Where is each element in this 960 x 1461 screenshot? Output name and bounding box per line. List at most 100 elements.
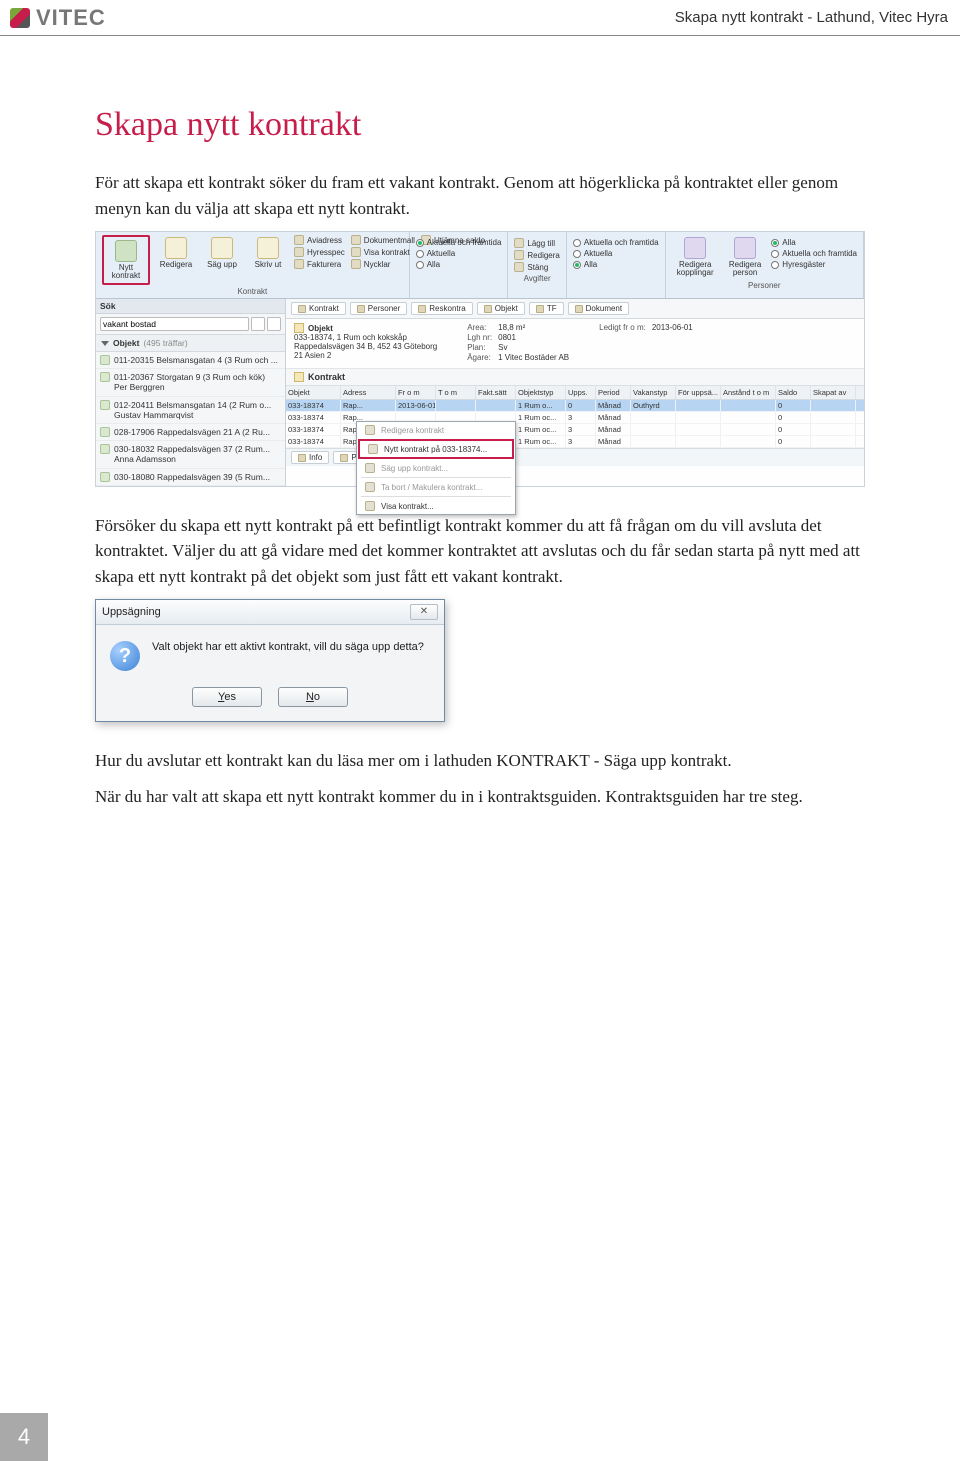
footer-tab-info[interactable]: Info [291,451,329,464]
chevron-down-icon [101,341,109,346]
search-options-icon[interactable] [267,317,281,331]
fakturera-button[interactable]: Fakturera [294,259,345,269]
sidebar-item[interactable]: 011-20367 Storgatan 9 (3 Rum och kök) Pe… [96,369,285,396]
radio-icon [771,250,779,258]
skrivut-button[interactable]: Skriv ut [248,235,288,271]
person-filter-hyresgaster[interactable]: Hyresgäster [771,260,857,269]
tab-kontrakt[interactable]: Kontrakt [291,302,346,315]
nycklar-button[interactable]: Nycklar [351,259,415,269]
edit-icon [165,237,187,259]
delete-icon [365,482,375,492]
edit-icon [514,250,524,260]
laggtill-button[interactable]: Lägg till [514,238,559,248]
tab-objekt[interactable]: Objekt [477,302,525,315]
sidebar-item[interactable]: 012-20411 Belsmansgatan 14 (2 Rum o... G… [96,397,285,424]
tab-icon [357,305,365,313]
tab-icon [536,305,544,313]
separator [361,477,511,478]
search-icon[interactable] [251,317,265,331]
table-row[interactable]: 033-18374Rap...2013-06-011 Rum o...0Måna… [286,400,864,412]
tab-dokument[interactable]: Dokument [568,302,629,315]
redigera-person-button[interactable]: Redigera person [725,235,765,279]
dialog-titlebar: Uppsägning ✕ [96,600,444,625]
person-filter-alla[interactable]: Alla [771,238,857,247]
plus-icon [368,444,378,454]
tab-personer[interactable]: Personer [350,302,407,315]
radio-icon [573,261,581,269]
sidebar-item[interactable]: 030-18080 Rappedalsvägen 39 (5 Rum... [96,469,285,486]
visakontrakt-button[interactable]: Visa kontrakt [351,247,415,257]
intro-paragraph-1: För att skapa ett kontrakt söker du fram… [95,170,865,221]
filter-alla[interactable]: Alla [416,260,502,269]
list-icon [294,247,304,257]
building-icon [100,444,110,454]
context-sagupp[interactable]: Säg upp kontrakt... [357,460,515,476]
hyresspec-button[interactable]: Hyresspec [294,247,345,257]
avgift-filter-aktuella[interactable]: Aktuella [573,249,659,258]
building-icon [100,372,110,382]
sidebar: Sök Objekt (495 träffar) 011-20315 Belsm… [96,299,286,486]
sidebar-objekt-group[interactable]: Objekt (495 träffar) [96,334,285,352]
tab-reskontra[interactable]: Reskontra [411,302,472,315]
context-visa[interactable]: Visa kontrakt... [357,498,515,514]
aviadress-button[interactable]: Aviadress [294,235,345,245]
paragraph-3: Hur du avslutar ett kontrakt kan du läsa… [95,748,865,774]
plus-icon [115,240,137,262]
mail-icon [294,235,304,245]
ribbon-group-personer: Personer [672,279,857,290]
close-icon [514,262,524,272]
avgift-filter-aktuella-framtida[interactable]: Aktuella och framtida [573,238,659,247]
kontrakt-section-header: Kontrakt [286,369,864,386]
logo-icon [10,8,30,28]
filter-aktuella-framtida[interactable]: Aktuella och framtida [416,238,502,247]
tab-icon [298,305,306,313]
page-heading: Skapa nytt kontrakt [95,106,865,144]
yes-button[interactable]: Yes [192,687,262,707]
ribbon-group-avgifter: Avgifter [514,272,559,283]
link-icon [684,237,706,259]
redigera-kopplingar-button[interactable]: Redigera kopplingar [672,235,719,279]
view-icon [365,501,375,511]
context-tabort[interactable]: Ta bort / Makulera kontrakt... [357,479,515,495]
no-button[interactable]: No [278,687,348,707]
dialog-message: Valt objekt har ett aktivt kontrakt, vil… [152,641,424,653]
search-input[interactable] [100,317,249,331]
folder-icon [294,372,304,382]
context-menu: Redigera kontrakt Nytt kontrakt på 033-1… [356,421,516,515]
person-icon [340,454,348,462]
tab-tf[interactable]: TF [529,302,564,315]
nytt-kontrakt-button[interactable]: Nytt kontrakt [106,238,146,282]
avgift-filter-alla[interactable]: Alla [573,260,659,269]
sidebar-sok-header: Sök [96,299,285,314]
cancel-icon [211,237,233,259]
person-filter-aktuella-framtida[interactable]: Aktuella och framtida [771,249,857,258]
close-button[interactable]: ✕ [410,604,438,620]
redigera-avgift-button[interactable]: Redigera [514,250,559,260]
app-screenshot-2: Uppsägning ✕ ? Valt objekt har ett aktiv… [95,599,445,722]
filter-aktuella[interactable]: Aktuella [416,249,502,258]
dialog-title-text: Uppsägning [102,606,161,618]
question-icon: ? [110,641,140,671]
stang-button[interactable]: Stäng [514,262,559,272]
sidebar-item[interactable]: 028-17906 Rappedalsvägen 21 A (2 Ru... [96,424,285,441]
dokumentmall-button[interactable]: Dokumentmall [351,235,415,245]
redigera-button[interactable]: Redigera [156,235,196,271]
person-icon [734,237,756,259]
info-icon [298,454,306,462]
radio-icon [416,239,424,247]
sagupp-button[interactable]: Säg upp [202,235,242,271]
context-redigera[interactable]: Redigera kontrakt [357,422,515,438]
building-icon [100,400,110,410]
sidebar-item[interactable]: 011-20315 Belsmansgatan 4 (3 Rum och ... [96,352,285,369]
page-number: 4 [0,1413,48,1461]
objekt-info: Objekt 033-18374, 1 Rum och kokskåp Rapp… [286,319,864,369]
tab-icon [418,305,426,313]
document-title: Skapa nytt kontrakt - Lathund, Vitec Hyr… [675,9,948,26]
cancel-icon [365,463,375,473]
invoice-icon [294,259,304,269]
tab-icon [484,305,492,313]
ribbon: Nytt kontrakt Redigera Säg upp Skriv ut [96,232,864,299]
app-screenshot-1: Nytt kontrakt Redigera Säg upp Skriv ut [95,231,865,487]
context-nytt-kontrakt[interactable]: Nytt kontrakt på 033-18374... [358,439,514,459]
sidebar-item[interactable]: 030-18032 Rappedalsvägen 37 (2 Rum... An… [96,441,285,468]
